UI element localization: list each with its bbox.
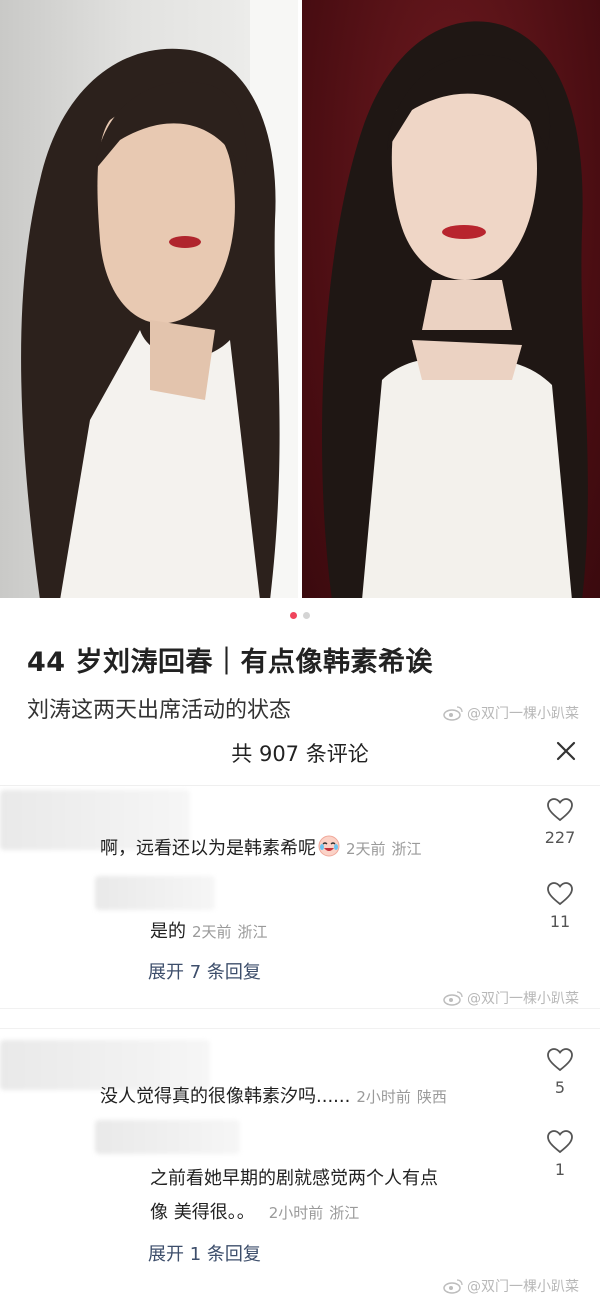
- reply-avatar-blurred[interactable]: [95, 876, 215, 910]
- reply-region: 浙江: [329, 1204, 360, 1222]
- reply-text: 是的: [150, 921, 186, 942]
- comment-text: 没人觉得真的很像韩素汐吗......: [100, 1086, 351, 1107]
- watermark: @双门一棵小趴菜: [443, 988, 579, 1008]
- reply-item-line1[interactable]: 之前看她早期的剧就感觉两个人有点: [150, 1164, 438, 1190]
- weibo-icon: [443, 706, 463, 721]
- thread-separator: [0, 1008, 600, 1009]
- photo-right-portrait: [302, 0, 600, 598]
- sheet-divider: [0, 785, 600, 786]
- reply-like-button[interactable]: 11: [540, 882, 580, 931]
- carousel-dot[interactable]: [303, 612, 310, 619]
- heart-icon: [547, 1048, 573, 1072]
- photo-carousel[interactable]: [0, 0, 600, 598]
- heart-icon: [547, 882, 573, 906]
- reply-text: 像 美得很。。: [150, 1202, 255, 1223]
- comments-count-title: 共 907 条评论: [231, 742, 369, 766]
- thread-separator: [0, 1028, 600, 1029]
- reply-avatar-blurred[interactable]: [95, 1120, 240, 1154]
- reply-time: 2天前: [192, 923, 232, 941]
- comment-item[interactable]: 啊，远看还以为是韩素希呢 2天前 浙江: [100, 834, 422, 860]
- like-button[interactable]: 227: [540, 798, 580, 847]
- crying-laughing-emoji: [318, 835, 340, 857]
- watermark-text: @双门一棵小趴菜: [467, 991, 579, 1007]
- reply-item[interactable]: 是的 2天前 浙江: [150, 917, 268, 943]
- like-button[interactable]: 5: [540, 1048, 580, 1097]
- like-count: 227: [544, 828, 576, 847]
- reply-like-button[interactable]: 1: [540, 1130, 580, 1179]
- comment-time: 2小时前: [356, 1088, 411, 1106]
- weibo-icon: [443, 991, 463, 1006]
- photo-left-portrait: [0, 0, 298, 598]
- reply-region: 浙江: [237, 923, 268, 941]
- comment-time: 2天前: [346, 840, 386, 858]
- heart-icon: [547, 798, 573, 822]
- post-title: 44 岁刘涛回春｜有点像韩素希诶: [27, 647, 433, 678]
- watermark: @双门一棵小趴菜: [443, 1276, 579, 1296]
- carousel-dot-active[interactable]: [290, 612, 297, 619]
- comment-text: 啊，远看还以为是韩素希呢: [100, 838, 316, 859]
- expand-replies-link[interactable]: 展开 7 条回复: [148, 958, 261, 984]
- comment-region: 陕西: [416, 1088, 447, 1106]
- carousel-indicator: [0, 612, 600, 619]
- expand-replies-link[interactable]: 展开 1 条回复: [148, 1240, 261, 1266]
- reply-item-line2[interactable]: 像 美得很。。 2小时前 浙江: [150, 1198, 359, 1224]
- reply-text: 之前看她早期的剧就感觉两个人有点: [150, 1168, 438, 1189]
- watermark-text: @双门一棵小趴菜: [467, 1279, 579, 1295]
- reply-like-count: 1: [554, 1160, 566, 1179]
- comment-region: 浙江: [391, 840, 422, 858]
- like-count: 5: [554, 1078, 566, 1097]
- watermark: @双门一棵小趴菜: [443, 703, 579, 723]
- comment-item[interactable]: 没人觉得真的很像韩素汐吗...... 2小时前 陕西: [100, 1082, 447, 1108]
- close-icon: [556, 741, 576, 761]
- post-body-text: 刘涛这两天出席活动的状态: [27, 698, 292, 723]
- reply-time: 2小时前: [268, 1204, 324, 1222]
- reply-like-count: 11: [549, 912, 571, 931]
- close-button[interactable]: [549, 734, 583, 768]
- watermark-text: @双门一棵小趴菜: [467, 706, 579, 722]
- heart-icon: [547, 1130, 573, 1154]
- weibo-icon: [443, 1279, 463, 1294]
